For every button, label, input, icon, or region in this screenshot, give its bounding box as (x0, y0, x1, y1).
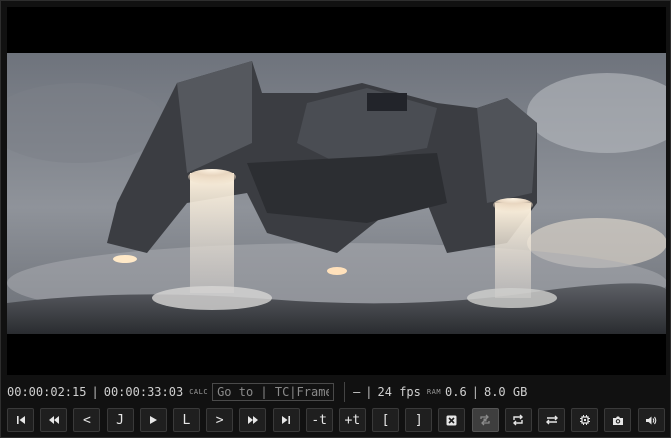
ping-pong-button[interactable] (538, 408, 565, 432)
snapshot-button[interactable] (604, 408, 632, 432)
minus-t-button[interactable]: -t (305, 408, 333, 432)
duration-timecode: 00:00:33:03 (103, 385, 184, 399)
video-frame[interactable] (7, 53, 666, 334)
fps-readout: 24 fps (377, 385, 421, 399)
clear-marks-button[interactable] (438, 408, 466, 432)
fast-forward-icon (247, 416, 258, 424)
skip-to-end-icon (282, 416, 290, 424)
play-icon (150, 416, 158, 424)
plus-t-button[interactable]: +t (338, 408, 366, 432)
hardware-decode-button[interactable] (571, 408, 599, 432)
clear-icon (446, 415, 457, 425)
ram-total: 8.0 GB (483, 385, 528, 399)
volume-icon (646, 416, 657, 424)
ping-pong-icon (545, 415, 558, 425)
loop-button[interactable] (504, 408, 532, 432)
ram-value: 0.6 (445, 385, 467, 399)
status-divider (344, 382, 346, 402)
current-timecode: 00:00:02:15 (7, 385, 87, 399)
dash-indicator: – (353, 385, 361, 399)
timecode-separator: | (91, 385, 99, 399)
skip-to-start-icon (16, 416, 25, 424)
step-back-button[interactable]: < (73, 408, 101, 432)
loop-range-icon (480, 414, 490, 426)
go-to-start-button[interactable] (7, 408, 34, 432)
chip-icon (579, 415, 590, 425)
video-frame-image (7, 53, 666, 334)
video-viewer[interactable] (7, 7, 666, 375)
l-shuttle-button[interactable]: L (172, 408, 200, 432)
rewind-icon (48, 416, 59, 424)
go-to-end-button[interactable] (272, 408, 300, 432)
calc-label: CALC (189, 388, 209, 396)
play-button[interactable] (139, 408, 167, 432)
goto-timecode-input[interactable] (212, 383, 335, 401)
ram-separator: | (471, 385, 479, 399)
mark-in-button[interactable]: [ (372, 408, 400, 432)
player-window: 00:00:02:15 | 00:00:33:03 CALC – | 24 fp… (0, 0, 671, 438)
camera-icon (612, 416, 623, 425)
rewind-button[interactable] (40, 408, 68, 432)
loop-range-button[interactable] (471, 408, 499, 432)
fast-forward-button[interactable] (239, 408, 267, 432)
fps-separator: | (365, 385, 373, 399)
transport-controls: < J L > -t +t [ ] (7, 407, 666, 433)
ram-label: RAM (426, 388, 442, 396)
volume-button[interactable] (637, 408, 665, 432)
mark-out-button[interactable]: ] (405, 408, 433, 432)
step-forward-button[interactable]: > (206, 408, 234, 432)
j-shuttle-button[interactable]: J (106, 408, 134, 432)
status-bar: 00:00:02:15 | 00:00:33:03 CALC – | 24 fp… (7, 382, 666, 402)
loop-icon (513, 414, 524, 426)
